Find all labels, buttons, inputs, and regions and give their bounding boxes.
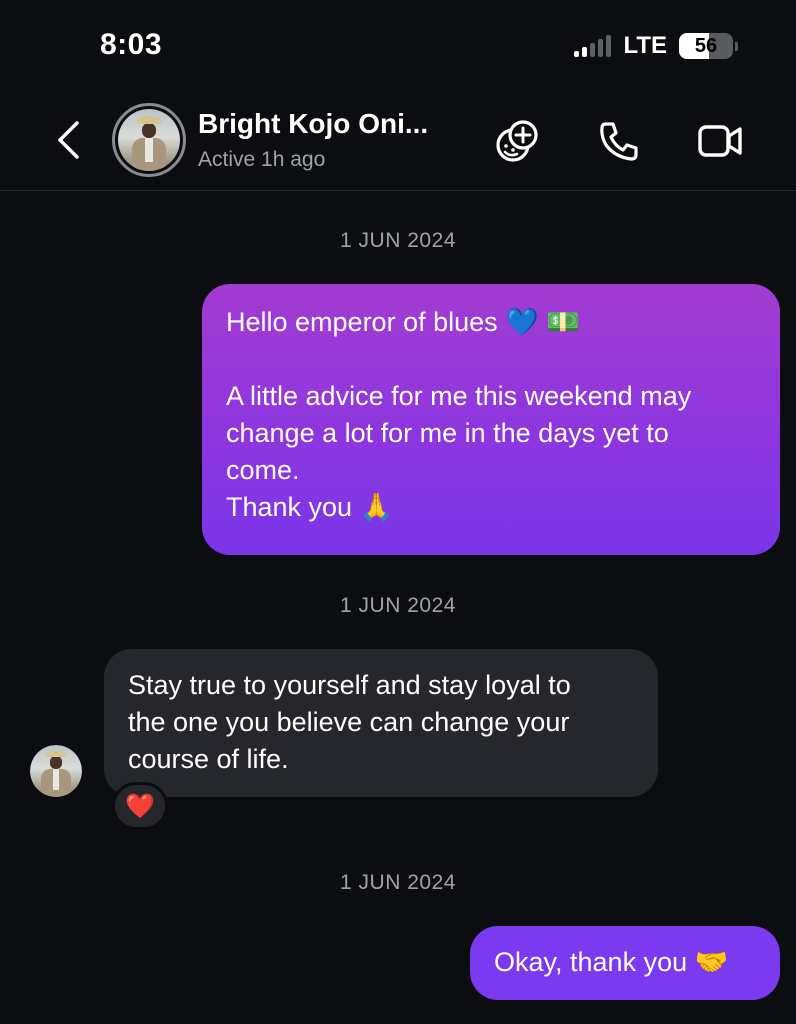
back-icon — [58, 121, 79, 159]
message-line: A little advice for me this weekend may — [226, 381, 692, 411]
message-line: Hello emperor of blues 💙 💵 — [226, 307, 580, 337]
message-line: Thank you 🙏 — [226, 492, 394, 522]
call-button[interactable] — [594, 116, 644, 166]
message-line: change a lot for me in the days yet to — [226, 418, 669, 448]
message-line: course of life. — [128, 744, 289, 774]
battery-percent: 56 — [694, 35, 718, 57]
effects-button[interactable] — [492, 116, 542, 166]
status-time: 8:03 — [100, 28, 163, 61]
avatar-photo — [118, 109, 180, 171]
message-line — [226, 341, 756, 378]
contact-status: Active 1h ago — [198, 148, 326, 171]
battery-icon: 56 — [679, 33, 733, 59]
back-button[interactable] — [48, 118, 88, 162]
message-line: the one you believe can change your — [128, 707, 570, 737]
status-indicators: LTE 56 — [574, 32, 738, 60]
video-camera-icon — [698, 125, 742, 157]
incoming-message-bubble[interactable]: Stay true to yourself and stay loyal to … — [104, 649, 658, 797]
date-separator: 1 JUN 2024 — [340, 229, 456, 252]
contact-name[interactable]: Bright Kojo Oni... — [198, 108, 428, 140]
date-separator: 1 JUN 2024 — [340, 594, 456, 617]
chat-header: Bright Kojo Oni... Active 1h ago — [0, 96, 796, 191]
heart-reaction[interactable]: ❤️ — [112, 782, 168, 830]
signal-icon — [574, 35, 612, 57]
message-line: Okay, thank you 🤝 — [494, 947, 729, 977]
effects-icon — [496, 120, 538, 162]
messenger-chat-screen: 8:03 LTE 56 Bright Kojo Oni... Active 1h… — [0, 0, 796, 1024]
avatar-photo — [30, 745, 82, 797]
network-label: LTE — [623, 32, 667, 59]
message-line: Stay true to yourself and stay loyal to — [128, 670, 571, 700]
contact-avatar[interactable] — [112, 103, 186, 177]
video-call-button[interactable] — [696, 116, 746, 166]
date-separator: 1 JUN 2024 — [340, 871, 456, 894]
heart-icon: ❤️ — [125, 792, 155, 820]
sender-avatar[interactable] — [30, 745, 82, 797]
message-line: come. — [226, 455, 300, 485]
phone-icon — [600, 122, 638, 161]
battery-nub — [735, 41, 738, 51]
outgoing-message-bubble[interactable]: Hello emperor of blues 💙 💵 A little advi… — [202, 284, 780, 555]
outgoing-message-bubble[interactable]: Okay, thank you 🤝 — [470, 926, 780, 1000]
